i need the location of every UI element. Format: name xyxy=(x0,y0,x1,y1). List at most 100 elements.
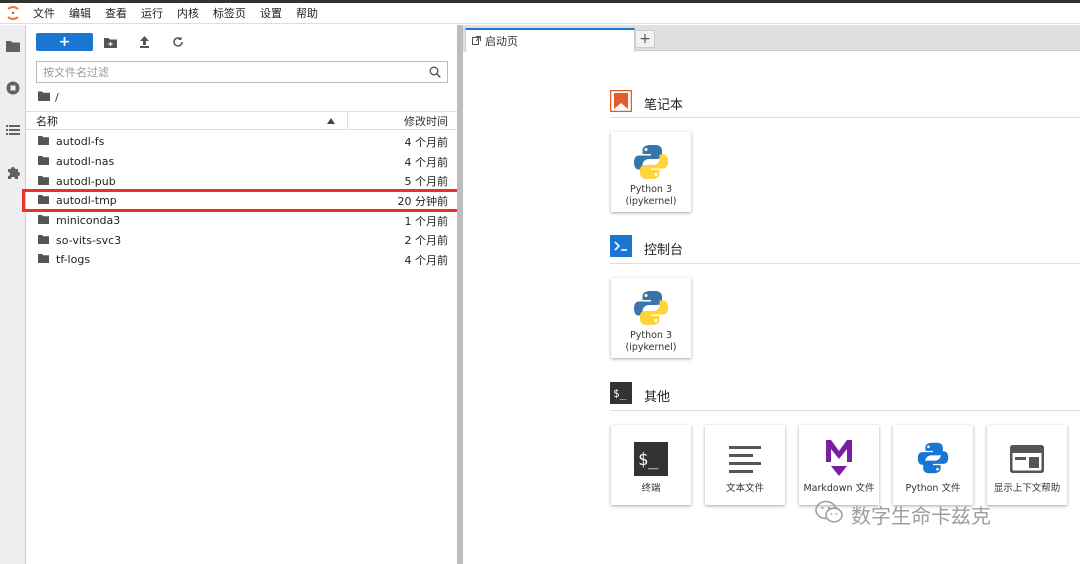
highlight-box xyxy=(22,189,468,212)
watermark: 数字生命卡兹克 xyxy=(815,500,991,529)
file-name: miniconda3 xyxy=(56,214,121,228)
file-browser: + / 名称 修改时间 xyxy=(26,25,457,564)
file-name: so-vits-svc3 xyxy=(56,233,122,247)
column-name-header[interactable]: 名称 xyxy=(26,112,348,129)
filter-input[interactable] xyxy=(43,65,423,79)
python-logo-icon xyxy=(632,286,670,330)
refresh-icon[interactable] xyxy=(161,33,195,51)
notebook-icon xyxy=(609,89,633,116)
text-file-icon xyxy=(728,435,762,483)
file-modified: 1 个月前 xyxy=(404,214,449,228)
launcher-tab-icon xyxy=(472,35,481,48)
svg-text:$_: $_ xyxy=(638,450,659,470)
console-python3-card[interactable]: Python 3 (ipykernel) xyxy=(611,278,691,358)
running-icon[interactable] xyxy=(0,67,26,109)
file-row[interactable]: autodl-fs 4 个月前 xyxy=(26,132,457,152)
file-modified: 4 个月前 xyxy=(404,253,449,267)
console-icon xyxy=(610,235,632,261)
menu-tabs[interactable]: 标签页 xyxy=(206,3,253,24)
breadcrumb: / xyxy=(38,91,59,104)
console-section-title: 控制台 xyxy=(644,242,684,258)
python-file-card[interactable]: Python 文件 xyxy=(893,425,973,505)
notebook-python3-card[interactable]: Python 3 (ipykernel) xyxy=(611,132,691,212)
menu-run[interactable]: 运行 xyxy=(134,3,170,24)
toc-icon[interactable] xyxy=(0,109,26,151)
other-terminal-icon: $_ xyxy=(610,382,632,408)
console-section-divider xyxy=(610,263,1080,264)
file-browser-toolbar: + xyxy=(36,33,195,51)
card-label: Python 文件 xyxy=(905,483,961,494)
markdown-icon xyxy=(824,433,854,483)
sort-ascending-icon xyxy=(327,114,335,127)
menu-edit[interactable]: 编辑 xyxy=(62,3,98,24)
other-section-title: 其他 xyxy=(644,389,671,405)
folder-icon xyxy=(38,214,49,227)
menu-bar: 文件 编辑 查看 运行 内核 标签页 设置 帮助 xyxy=(0,3,1080,24)
column-name-label: 名称 xyxy=(36,114,58,128)
folder-icon[interactable] xyxy=(0,25,26,67)
menu-file[interactable]: 文件 xyxy=(26,3,62,24)
wechat-icon xyxy=(815,500,843,529)
launcher-panel: 笔记本 Python 3 (ipykernel) 控制台 Python 3 (i… xyxy=(463,52,1080,564)
notebook-section-divider xyxy=(610,117,1080,118)
markdown-file-card[interactable]: Markdown 文件 xyxy=(799,425,879,505)
text-file-card[interactable]: 文本文件 xyxy=(705,425,785,505)
card-label: Markdown 文件 xyxy=(803,483,875,494)
python-logo-icon xyxy=(632,140,670,184)
upload-icon[interactable] xyxy=(127,33,161,51)
home-folder-icon[interactable] xyxy=(38,91,50,104)
python-file-icon xyxy=(916,433,950,483)
other-section-divider xyxy=(610,410,1080,411)
file-filter xyxy=(36,61,448,83)
column-modified-label: 修改时间 xyxy=(404,114,448,128)
file-row[interactable]: tf-logs 4 个月前 xyxy=(26,250,457,270)
new-tab-button[interactable]: + xyxy=(635,30,655,48)
notebook-section-title: 笔记本 xyxy=(644,97,684,113)
menu-view[interactable]: 查看 xyxy=(98,3,134,24)
file-modified: 4 个月前 xyxy=(404,135,449,149)
activity-bar xyxy=(0,25,26,564)
file-row[interactable]: so-vits-svc3 2 个月前 xyxy=(26,230,457,250)
folder-icon xyxy=(38,234,49,247)
folder-icon xyxy=(38,175,49,188)
console-section-header: 控制台 xyxy=(610,235,683,261)
folder-icon xyxy=(38,135,49,148)
folder-icon xyxy=(38,155,49,168)
search-icon xyxy=(423,66,447,78)
breadcrumb-root[interactable]: / xyxy=(55,91,59,104)
card-label: 终端 xyxy=(641,483,661,494)
file-modified: 2 个月前 xyxy=(404,234,449,248)
file-modified: 4 个月前 xyxy=(404,155,449,169)
svg-text:$_: $_ xyxy=(613,387,627,400)
file-modified: 5 个月前 xyxy=(404,175,449,189)
menu-kernel[interactable]: 内核 xyxy=(170,3,206,24)
card-label-line2: (ipykernel) xyxy=(625,342,677,353)
card-label-line1: Python 3 xyxy=(630,330,672,341)
file-name: autodl-pub xyxy=(56,174,116,188)
menu-help[interactable]: 帮助 xyxy=(289,3,325,24)
folder-icon xyxy=(38,253,49,266)
context-help-icon xyxy=(1010,435,1044,483)
context-help-card[interactable]: 显示上下文帮助 xyxy=(987,425,1067,505)
card-label: 显示上下文帮助 xyxy=(993,483,1061,494)
new-launcher-button[interactable]: + xyxy=(36,33,93,51)
notebook-section-header: 笔记本 xyxy=(609,89,684,116)
file-row[interactable]: miniconda3 1 个月前 xyxy=(26,211,457,231)
tab-launcher[interactable]: 启动页 xyxy=(465,28,635,52)
jupyter-logo-icon xyxy=(0,3,26,24)
card-label-line2: (ipykernel) xyxy=(625,196,677,207)
file-name: tf-logs xyxy=(56,253,91,267)
tab-label: 启动页 xyxy=(485,35,518,48)
extension-icon[interactable] xyxy=(0,151,26,193)
file-name: autodl-fs xyxy=(56,135,105,149)
card-label: 文本文件 xyxy=(725,483,764,494)
column-modified-header[interactable]: 修改时间 xyxy=(348,112,457,129)
terminal-card[interactable]: $_ 终端 xyxy=(611,425,691,505)
file-list-header: 名称 修改时间 xyxy=(26,111,457,130)
watermark-text: 数字生命卡兹克 xyxy=(851,504,991,528)
terminal-icon: $_ xyxy=(634,435,668,483)
menu-settings[interactable]: 设置 xyxy=(253,3,289,24)
card-label-line1: Python 3 xyxy=(630,184,672,195)
file-row[interactable]: autodl-nas 4 个月前 xyxy=(26,152,457,172)
new-folder-icon[interactable] xyxy=(93,33,127,51)
